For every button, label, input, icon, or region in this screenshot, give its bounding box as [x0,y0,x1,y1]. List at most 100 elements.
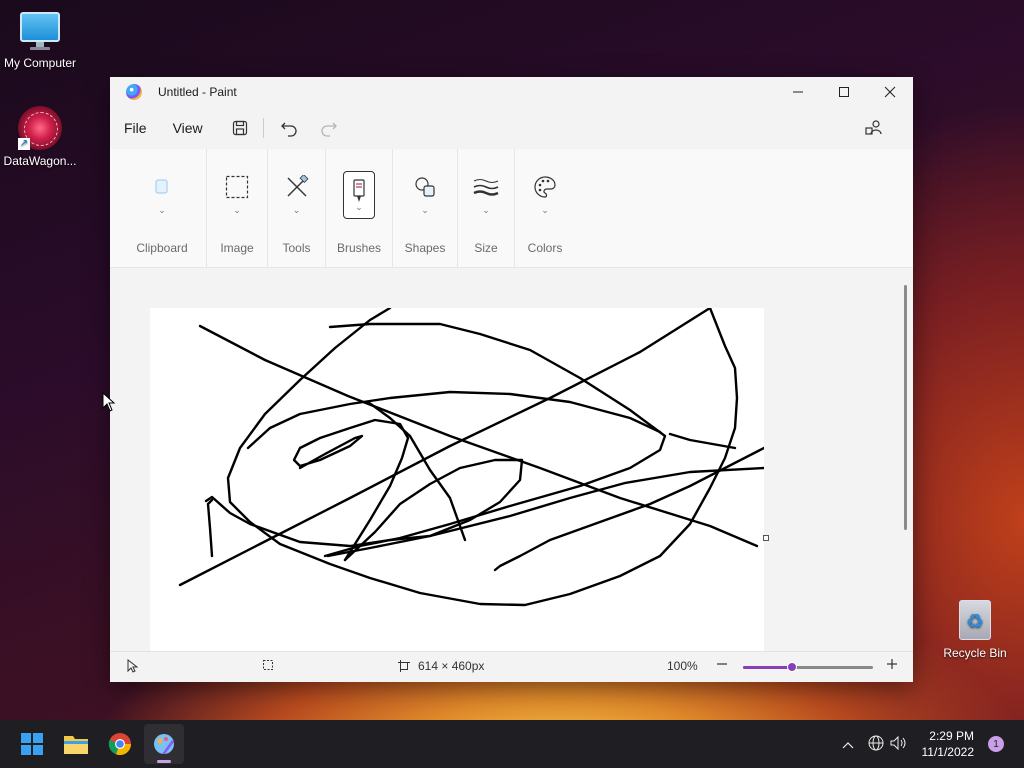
title-bar[interactable]: Untitled - Paint [110,77,913,107]
undo-button[interactable] [278,117,300,139]
ribbon-group-colors[interactable]: ⌄ Colors [515,149,575,267]
ribbon-group-image[interactable]: ⌄ Image [207,149,268,267]
show-hidden-icons-button[interactable] [842,736,854,752]
shapes-icon [409,171,441,203]
canvas-resize-handle[interactable] [763,535,769,541]
start-button[interactable] [12,724,52,764]
menu-view[interactable]: View [173,120,203,136]
chevron-down-icon: ⌄ [233,205,241,215]
active-app-indicator [157,760,171,763]
start-icon [21,733,43,755]
chevron-up-icon [842,742,853,749]
network-button[interactable] [868,735,884,754]
maximize-button[interactable] [821,77,867,107]
tools-icon [281,171,313,203]
scribble-drawing [178,308,764,607]
menu-file[interactable]: File [124,120,147,136]
clock-date: 11/1/2022 [921,745,975,759]
ribbon-group-label: Colors [527,241,563,255]
vertical-scrollbar[interactable] [904,285,907,530]
ribbon-group-tools[interactable]: ⌄ Tools [268,149,326,267]
desktop-icon-my-computer[interactable]: My Computer [0,8,80,70]
desktop-icon-datawagon[interactable]: ↗ DataWagon... [0,106,80,168]
desktop-icon-label: DataWagon... [3,154,77,168]
shortcut-arrow-icon: ↗ [18,138,30,150]
ribbon-group-label: Shapes [404,241,446,255]
desktop-icon-recycle-bin[interactable]: Recycle Bin [935,598,1015,660]
menu-separator [262,118,264,138]
minimize-button[interactable] [775,77,821,107]
notification-badge[interactable]: 1 [988,736,1004,752]
taskbar-file-explorer[interactable] [56,724,96,764]
account-button[interactable] [863,117,885,139]
monitor-icon [18,8,62,52]
desktop-icon-label: Recycle Bin [943,646,1007,660]
status-bar: 614 × 460px 100% [110,651,913,682]
ribbon-group-label: Brushes [336,241,382,255]
clock[interactable]: 2:29 PM 11/1/2022 [922,728,975,760]
ribbon-group-label: Size [474,241,498,255]
minus-icon [717,663,727,665]
zoom-out-button[interactable] [716,658,728,670]
canvas-size-text: 614 × 460px [418,659,485,673]
window-title: Untitled - Paint [158,85,237,99]
zoom-slider-fill [743,666,793,669]
maximize-icon [839,87,849,97]
canvas-area[interactable] [110,268,898,652]
zoom-slider-thumb[interactable] [787,662,798,672]
ribbon-group-label: Tools [282,241,311,255]
brush-icon: ⌄ [343,171,375,219]
datawagon-icon: ↗ [18,106,62,150]
save-icon [232,120,247,136]
taskbar: 2:29 PM 11/1/2022 1 [0,720,1024,768]
paint-window: Untitled - Paint File View ⌄ Clipboard ⌄… [110,77,913,682]
paint-app-icon [126,84,142,100]
close-icon [884,86,896,98]
speaker-icon [890,735,905,750]
chevron-down-icon: ⌄ [421,205,429,215]
undo-icon [280,122,297,137]
ribbon-group-shapes[interactable]: ⌄ Shapes [393,149,458,267]
taskbar-paint[interactable] [144,724,184,764]
canvas-size-item: 614 × 460px [398,659,484,673]
chrome-icon [108,733,132,756]
paint-icon [154,734,174,754]
zoom-level-text: 100% [667,659,698,673]
drawing-canvas[interactable] [150,308,764,652]
chevron-down-icon: ⌄ [541,205,549,215]
canvas-size-icon [398,660,410,672]
save-button[interactable] [229,117,251,139]
ribbon-group-clipboard[interactable]: ⌄ Clipboard [118,149,207,267]
cursor-position-icon [126,659,138,673]
ribbon-group-brushes[interactable]: ⌄ Brushes [326,149,393,267]
system-tray: 2:29 PM 11/1/2022 1 [842,720,1024,768]
recycle-bin-icon [953,598,997,642]
globe-icon [868,735,883,750]
close-button[interactable] [867,77,913,107]
clipboard-icon [146,171,178,203]
taskbar-chrome[interactable] [100,724,140,764]
zoom-in-button[interactable] [886,658,898,670]
palette-icon [529,171,561,203]
file-explorer-icon [64,736,88,754]
size-icon [470,171,502,203]
zoom-slider[interactable] [743,662,873,672]
select-icon [221,171,253,203]
clock-time: 2:29 PM [929,729,974,743]
chevron-down-icon: ⌄ [292,205,301,215]
chevron-down-icon: ⌄ [482,205,490,215]
selection-size-icon [262,659,274,671]
menu-bar: File View [110,107,913,149]
redo-icon [321,122,337,137]
volume-button[interactable] [890,735,908,754]
chevron-down-icon: ⌄ [355,201,363,212]
desktop-icon-label: My Computer [3,56,77,70]
ribbon-group-label: Clipboard [136,241,188,255]
plus-icon [887,659,897,669]
redo-button[interactable] [318,117,340,139]
chevron-down-icon: ⌄ [158,205,166,215]
ribbon-group-label: Image [220,241,254,255]
ribbon-group-size[interactable]: ⌄ Size [458,149,515,267]
account-icon [865,120,882,135]
ribbon: ⌄ Clipboard ⌄ Image ⌄ Tools ⌄ Brushes ⌄ … [110,149,913,268]
